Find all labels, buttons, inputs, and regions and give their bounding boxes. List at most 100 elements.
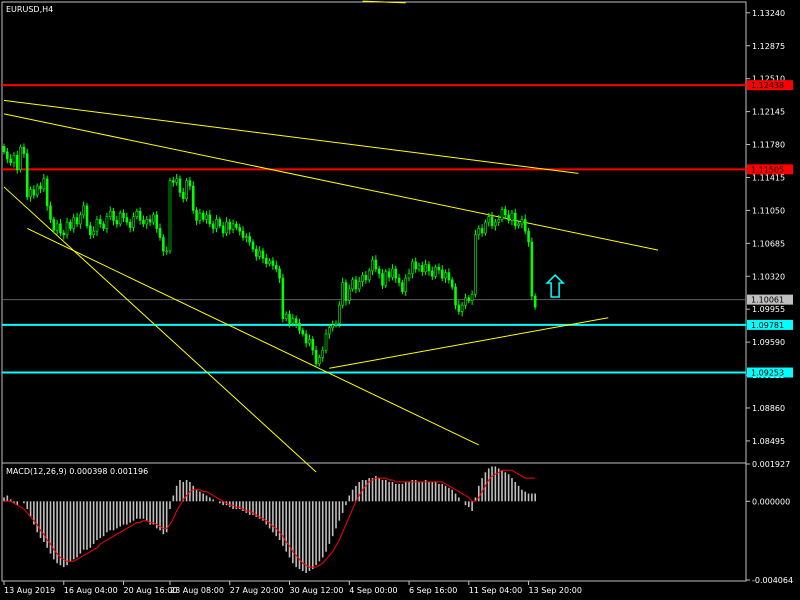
main-chart-frame	[1, 1, 747, 464]
candle-body	[55, 223, 59, 231]
candle-body	[497, 219, 500, 223]
candle-body	[364, 275, 368, 281]
candle-body	[357, 281, 361, 290]
candle-body	[225, 221, 228, 234]
candle-body	[42, 178, 46, 190]
candle-body	[381, 273, 384, 286]
candle-body	[102, 223, 105, 229]
time-tick-label: 13 Sep 20:00	[529, 586, 582, 595]
candle-body	[487, 216, 491, 223]
candle-body	[72, 217, 76, 229]
macd-tick-label: -0.004064	[752, 576, 793, 585]
candle-body	[500, 209, 504, 220]
candle-body	[145, 219, 149, 225]
candle-body	[165, 250, 168, 253]
candle-body	[533, 295, 537, 308]
candle-body	[480, 228, 484, 234]
candle-body	[211, 223, 215, 229]
candle-body	[513, 212, 517, 227]
candle-body	[241, 230, 245, 238]
candle-body	[417, 265, 421, 270]
candle-body	[148, 219, 152, 223]
candle-body	[494, 221, 497, 227]
candle-body	[75, 217, 79, 225]
candle-body	[274, 265, 278, 270]
candle-body	[39, 185, 42, 190]
candle-body	[344, 282, 348, 301]
candle-body	[258, 250, 261, 257]
candle-body	[152, 214, 155, 223]
candle-body	[298, 322, 301, 331]
candle-body	[228, 221, 232, 230]
candle-body	[118, 212, 122, 225]
candle-body	[105, 216, 109, 229]
candle-body	[437, 266, 441, 271]
candle-body	[185, 180, 188, 199]
candle-body	[201, 212, 205, 220]
candle-body	[484, 221, 487, 234]
candle-body	[29, 189, 32, 198]
candle-body	[527, 230, 530, 243]
candle-body	[328, 327, 331, 335]
candle-body	[434, 266, 437, 277]
candle-body	[384, 271, 388, 286]
candle-body	[195, 210, 198, 221]
candle-body	[387, 271, 391, 278]
candle-body	[15, 155, 19, 171]
candle-body	[517, 223, 520, 227]
candle-body	[205, 214, 208, 220]
candle-body	[324, 333, 328, 351]
macd-label: MACD(12,26,9) 0.000398 0.001196	[6, 467, 148, 476]
price-tick-label: 1.10320	[752, 272, 785, 281]
price-chart[interactable]: 1.132401.128751.125101.121451.117801.114…	[0, 0, 800, 600]
candle-body	[261, 250, 265, 259]
time-tick-label: 11 Sep 04:00	[469, 586, 522, 595]
candle-body	[401, 282, 404, 292]
candle-body	[427, 264, 431, 272]
price-tags: 1.12438 1.11505 1.09781 1.09253 1.10061	[747, 80, 793, 378]
candle-body	[155, 214, 159, 229]
candle-body	[135, 210, 139, 218]
candle-body	[440, 269, 444, 279]
candle-body	[311, 339, 315, 351]
price-tick-label: 1.11780	[752, 141, 785, 150]
chart-title: EURUSD,H4	[6, 5, 53, 14]
candle-body	[444, 272, 447, 279]
candle-body	[530, 241, 534, 297]
candle-body	[251, 241, 255, 250]
time-tick-label: 13 Aug 2019	[4, 586, 55, 595]
candle-body	[142, 220, 145, 225]
candle-body	[231, 223, 235, 230]
candle-body	[245, 236, 248, 238]
price-tick-label: 1.08860	[752, 404, 785, 413]
candle-body	[268, 260, 271, 264]
candle-body	[172, 180, 175, 183]
level-tag-text: 1.09253	[751, 369, 784, 378]
candle-body	[374, 259, 378, 270]
candle-body	[457, 304, 461, 312]
candle-body	[112, 210, 115, 221]
candle-body	[430, 270, 434, 277]
candle-body	[69, 221, 72, 229]
price-tick-label: 1.12145	[752, 108, 785, 117]
candle-body	[447, 272, 451, 281]
candle-body	[215, 219, 218, 229]
level-tag-text: 1.09781	[751, 321, 784, 330]
time-axis: 13 Aug 2019 16 Aug 04:00 20 Aug 16:0023 Au…	[3, 581, 582, 595]
candle-body	[82, 205, 85, 216]
candle-body	[304, 333, 308, 344]
candle-body	[115, 220, 119, 225]
candle-body	[79, 214, 82, 225]
time-tick-label: 27 Aug 20:00	[230, 586, 284, 595]
candle-body	[128, 221, 132, 228]
candle-body	[450, 279, 454, 288]
candle-body	[351, 279, 354, 290]
candle-body	[510, 212, 514, 221]
candle-body	[301, 330, 305, 335]
candle-body	[218, 219, 222, 227]
candle-body	[238, 227, 242, 232]
candle-body	[92, 230, 95, 236]
candle-body	[221, 225, 225, 234]
candle-body	[404, 277, 408, 292]
candle-body	[507, 214, 510, 221]
